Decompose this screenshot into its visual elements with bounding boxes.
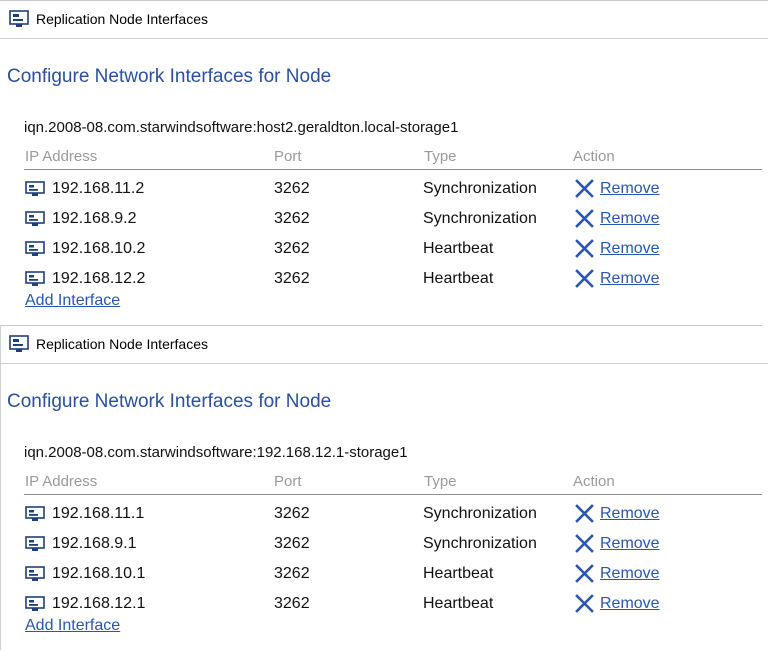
network-adapter-icon [25,271,45,287]
network-adapter-icon [25,596,45,612]
close-x-icon[interactable] [575,594,594,613]
remove-link[interactable]: Remove [600,505,660,523]
row-type: Heartbeat [423,270,494,287]
remove-link[interactable]: Remove [600,180,660,198]
row-type: Heartbeat [423,240,494,257]
close-x-icon[interactable] [575,239,594,258]
network-adapter-icon [25,566,45,582]
close-x-icon[interactable] [575,179,594,198]
row-port: 3262 [274,565,310,582]
row-ip: 192.168.10.2 [52,240,146,257]
row-ip: 192.168.12.1 [52,595,146,612]
page-title: Configure Network Interfaces for Node [7,391,332,412]
header-divider [0,363,768,364]
remove-link[interactable]: Remove [600,210,660,228]
replication-panel-2: Replication Node Interfaces Configure Ne… [0,325,768,650]
remove-link[interactable]: Remove [600,535,660,553]
header-divider [0,38,768,39]
column-header-ip: IP Address [25,473,98,490]
network-adapter-icon [25,536,45,552]
row-ip: 192.168.11.2 [52,180,145,197]
close-x-icon[interactable] [575,564,594,583]
row-ip: 192.168.9.2 [52,210,137,227]
row-type: Synchronization [423,505,537,522]
row-port: 3262 [274,270,310,287]
close-x-icon[interactable] [575,504,594,523]
column-header-port: Port [274,148,302,165]
row-ip: 192.168.11.1 [52,505,145,522]
table-row: 192.168.12.1 3262 Heartbeat Remove [0,589,768,619]
column-header-port: Port [274,473,302,490]
row-ip: 192.168.10.1 [52,565,146,582]
remove-link[interactable]: Remove [600,240,660,258]
target-name: iqn.2008-08.com.starwindsoftware:192.168… [24,444,408,461]
network-adapter-icon [25,506,45,522]
row-port: 3262 [274,240,310,257]
target-name: iqn.2008-08.com.starwindsoftware:host2.g… [24,119,459,136]
panel-header-title: Replication Node Interfaces [36,11,208,27]
row-port: 3262 [274,210,310,227]
table-header-divider [24,169,762,170]
panel-header: Replication Node Interfaces [0,0,768,38]
replication-panel-1: Replication Node Interfaces Configure Ne… [0,0,768,325]
panel-header: Replication Node Interfaces [0,325,768,363]
table-row: 192.168.10.1 3262 Heartbeat Remove [0,559,768,589]
table-row: 192.168.9.2 3262 Synchronization Remove [0,204,768,234]
table-row: 192.168.11.1 3262 Synchronization Remove [0,499,768,529]
column-header-action: Action [573,148,615,165]
column-header-action: Action [573,473,615,490]
row-type: Synchronization [423,180,537,197]
row-ip: 192.168.9.1 [52,535,137,552]
table-row: 192.168.9.1 3262 Synchronization Remove [0,529,768,559]
page-title: Configure Network Interfaces for Node [7,66,332,87]
row-port: 3262 [274,535,310,552]
table-row: 192.168.10.2 3262 Heartbeat Remove [0,234,768,264]
network-window-icon [9,10,29,28]
close-x-icon[interactable] [575,209,594,228]
network-adapter-icon [25,181,45,197]
remove-link[interactable]: Remove [600,565,660,583]
column-header-type: Type [424,148,457,165]
table-row: 192.168.11.2 3262 Synchronization Remove [0,174,768,204]
network-adapter-icon [25,241,45,257]
row-type: Synchronization [423,210,537,227]
row-port: 3262 [274,505,310,522]
table-header-divider [24,494,762,495]
remove-link[interactable]: Remove [600,595,660,613]
row-type: Heartbeat [423,565,494,582]
row-type: Synchronization [423,535,537,552]
row-ip: 192.168.12.2 [52,270,146,287]
table-row: 192.168.12.2 3262 Heartbeat Remove [0,264,768,294]
row-port: 3262 [274,180,310,197]
column-header-ip: IP Address [25,148,98,165]
close-x-icon[interactable] [575,534,594,553]
network-window-icon [9,335,29,353]
column-header-type: Type [424,473,457,490]
close-x-icon[interactable] [575,269,594,288]
panel-header-title: Replication Node Interfaces [36,336,208,352]
add-interface-link[interactable]: Add Interface [25,292,120,310]
add-interface-link[interactable]: Add Interface [25,617,120,635]
network-adapter-icon [25,211,45,227]
row-type: Heartbeat [423,595,494,612]
row-port: 3262 [274,595,310,612]
remove-link[interactable]: Remove [600,270,660,288]
